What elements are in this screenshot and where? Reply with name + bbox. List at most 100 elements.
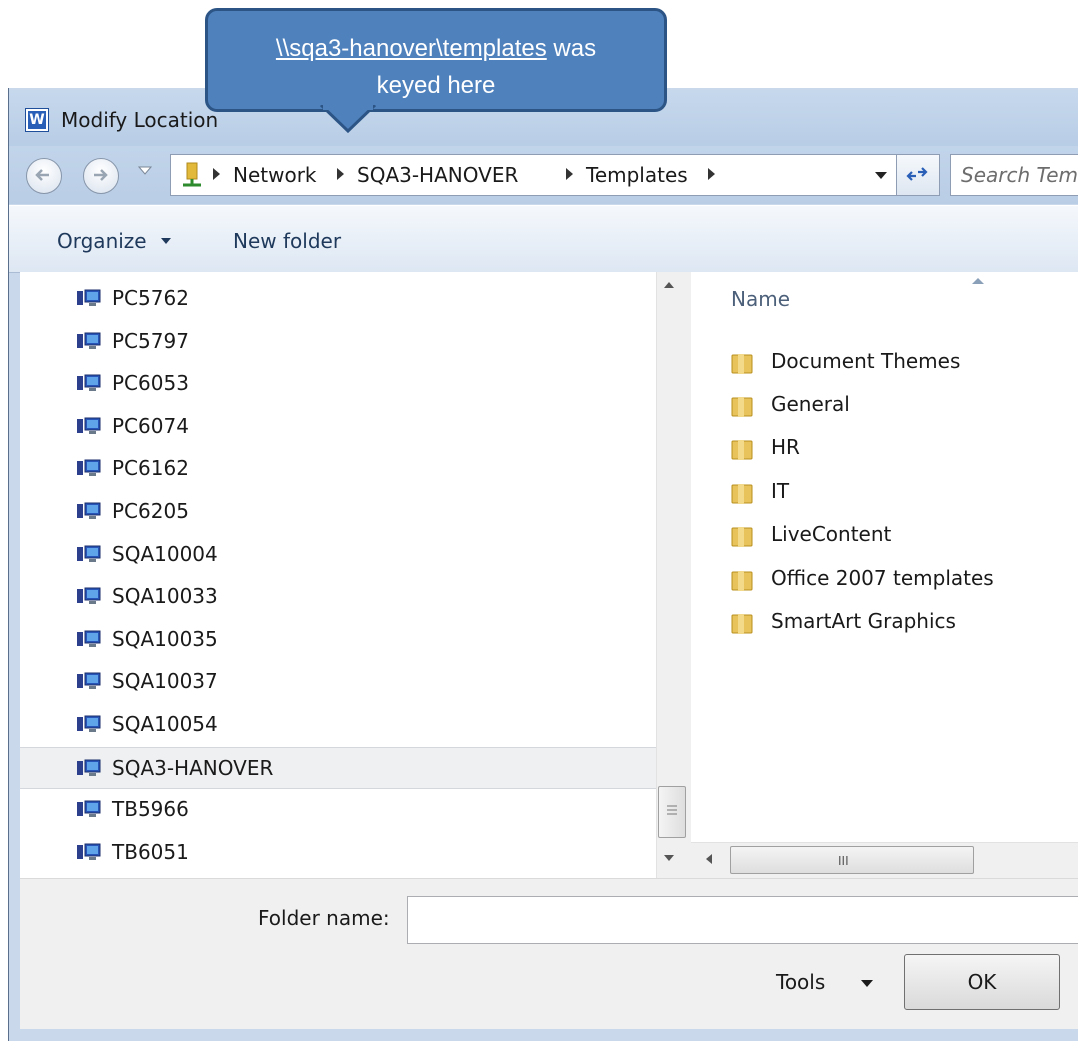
breadcrumb-separator-icon[interactable] [337, 168, 344, 180]
nav-item[interactable]: TB5966 [20, 789, 656, 829]
name-column-header[interactable]: Name [731, 287, 790, 311]
folder-item[interactable]: HR [730, 429, 1070, 469]
breadcrumb-separator-icon[interactable] [213, 168, 220, 180]
nav-item[interactable]: TB6051 [20, 832, 656, 872]
folder-item-label: SmartArt Graphics [771, 609, 956, 633]
nav-item-label: PC6205 [112, 499, 189, 523]
address-history-dropdown[interactable] [866, 154, 897, 196]
folder-icon [731, 440, 753, 460]
folder-name-label: Folder name: [258, 906, 390, 930]
back-button[interactable] [26, 158, 62, 194]
forward-button[interactable] [83, 158, 119, 194]
word-app-icon: W [25, 108, 49, 132]
callout-pointer [319, 105, 377, 134]
folder-item[interactable]: General [730, 386, 1070, 426]
folder-item-label: IT [771, 479, 790, 503]
nav-item[interactable]: SQA10054 [20, 704, 656, 744]
network-computer-icon [77, 672, 101, 689]
network-folder-icon [183, 162, 201, 187]
nav-item-label: SQA10035 [112, 627, 218, 651]
folder-icon [731, 571, 753, 591]
search-input[interactable]: Search Templates [950, 154, 1078, 196]
nav-item[interactable]: PC6205 [20, 491, 656, 531]
organize-button[interactable]: Organize [57, 229, 147, 253]
nav-item-label: SQA10054 [112, 712, 218, 736]
folder-icon [731, 614, 753, 634]
new-folder-button[interactable]: New folder [233, 229, 341, 253]
network-computer-icon [77, 417, 101, 434]
folder-item-label: LiveContent [771, 522, 892, 546]
folder-item[interactable]: IT [730, 473, 1070, 513]
folder-item[interactable]: Office 2007 templates [730, 560, 1070, 600]
nav-item-label: SQA3-HANOVER [112, 756, 274, 780]
nav-item[interactable]: PC6053 [20, 363, 656, 403]
breadcrumb-network[interactable]: Network [233, 163, 317, 187]
recent-pages-dropdown-icon[interactable] [138, 165, 152, 177]
address-bar[interactable]: Network SQA3-HANOVER Templates [170, 154, 868, 196]
breadcrumb-templates[interactable]: Templates [586, 163, 688, 187]
nav-item[interactable]: SQA10033 [20, 576, 656, 616]
network-computer-icon [77, 289, 101, 306]
scrollbar-thumb[interactable] [730, 846, 974, 874]
nav-item[interactable]: SQA3-HANOVER [20, 747, 656, 789]
chevron-down-icon[interactable] [161, 238, 171, 244]
search-placeholder: Search Templates [961, 163, 1078, 187]
network-computer-icon [77, 374, 101, 391]
network-computer-icon [77, 800, 101, 817]
callout-line2: keyed here [376, 72, 496, 99]
nav-item-label: PC5762 [112, 286, 189, 310]
nav-item-label: PC6074 [112, 414, 189, 438]
folder-icon [731, 354, 753, 374]
nav-item[interactable]: PC5762 [20, 278, 656, 318]
chevron-down-icon [875, 172, 887, 179]
folder-name-field[interactable] [407, 896, 1078, 944]
folder-item[interactable]: SmartArt Graphics [730, 603, 1070, 643]
folder-item-label: HR [771, 435, 800, 459]
scroll-up-icon[interactable] [664, 282, 674, 288]
nav-item[interactable]: SQA10035 [20, 619, 656, 659]
callout-text: \\sqa3-hanover\templates was keyed here [215, 30, 657, 104]
callout-text-suffix: was [546, 35, 597, 62]
grip-icon [667, 805, 677, 815]
folder-icon [731, 527, 753, 547]
scroll-left-icon[interactable] [706, 854, 712, 864]
folder-icon [731, 484, 753, 504]
network-computer-icon [77, 332, 101, 349]
network-computer-icon [77, 545, 101, 562]
window-title: Modify Location [61, 108, 219, 132]
folder-icon [731, 397, 753, 417]
nav-item-label: PC6162 [112, 456, 189, 480]
folder-item[interactable]: LiveContent [730, 516, 1070, 556]
nav-item-label: SQA10033 [112, 584, 218, 608]
network-computer-icon [77, 759, 101, 776]
folder-item[interactable]: Document Themes [730, 343, 1070, 383]
network-computer-icon [77, 630, 101, 647]
scroll-down-icon[interactable] [664, 855, 674, 861]
nav-item-label: PC5797 [112, 329, 189, 353]
network-computer-icon [77, 459, 101, 476]
folder-item-label: Document Themes [771, 349, 961, 373]
nav-item[interactable]: PC6074 [20, 406, 656, 446]
ok-button[interactable]: OK [904, 954, 1060, 1010]
chevron-down-icon[interactable] [861, 980, 873, 987]
breadcrumb-sqa3-hanover[interactable]: SQA3-HANOVER [357, 163, 518, 187]
tools-button[interactable]: Tools [776, 970, 825, 994]
nav-item[interactable]: SQA10037 [20, 661, 656, 701]
network-computer-icon [77, 587, 101, 604]
callout-path-link[interactable]: \\sqa3-hanover\templates [276, 35, 547, 62]
sort-ascending-icon [972, 278, 984, 284]
refresh-button[interactable] [896, 154, 940, 196]
nav-item-label: SQA10037 [112, 669, 218, 693]
nav-item-label: SQA10004 [112, 542, 218, 566]
forward-arrow-icon [94, 169, 108, 181]
nav-item[interactable]: SQA10004 [20, 534, 656, 574]
nav-item[interactable]: PC5797 [20, 321, 656, 361]
grip-icon: III [838, 854, 849, 868]
refresh-arrows-icon [906, 167, 928, 181]
network-computer-icon [77, 502, 101, 519]
breadcrumb-separator-icon[interactable] [566, 168, 573, 180]
breadcrumb-separator-icon[interactable] [708, 168, 715, 180]
network-computer-icon [77, 715, 101, 732]
nav-item-label: TB5966 [112, 797, 189, 821]
nav-item[interactable]: PC6162 [20, 448, 656, 488]
